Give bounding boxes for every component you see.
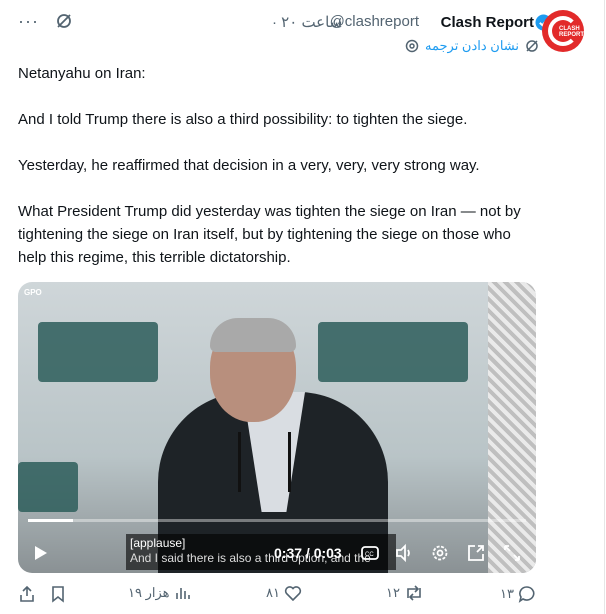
author-handle[interactable]: @clashreport [330, 13, 419, 30]
reply-icon [518, 585, 536, 603]
picture-in-picture-icon[interactable] [466, 543, 486, 563]
gear-icon[interactable] [405, 39, 419, 53]
post-paragraph: And I told Trump there is also a third p… [18, 111, 468, 128]
author-name[interactable]: Clash Report [441, 12, 534, 32]
video-controls: 0:37 / 0:03 CC [18, 533, 536, 573]
reposts-count: ۱۲ [386, 585, 400, 600]
play-icon[interactable] [34, 545, 48, 561]
post-text: Netanyahu on Iran: And I told Trump ther… [18, 62, 538, 292]
settings-gear-icon[interactable] [430, 543, 450, 563]
reply-button[interactable]: ۱۳ [500, 585, 536, 603]
repost-icon [404, 585, 424, 601]
post-paragraph: What President Trump did yesterday was t… [18, 203, 521, 266]
translate-row: نشان دادن ترجمه [405, 38, 539, 54]
share-icon[interactable] [18, 585, 36, 603]
video-progress-bar[interactable] [28, 519, 526, 522]
avatar-logo-text: CLASH REPORT [559, 26, 584, 38]
heart-icon [284, 585, 302, 601]
captions-icon[interactable]: CC [360, 543, 380, 563]
like-button[interactable]: ۸۱ [266, 585, 302, 601]
video-time: 0:37 / 0:03 [274, 545, 342, 561]
post-paragraph: Netanyahu on Iran: [18, 65, 146, 82]
background-banner [38, 322, 158, 382]
volume-icon[interactable] [394, 543, 414, 563]
post-actions: ۱۹ هزار ۸۱ ۱۲ ۱۳ [0, 585, 606, 607]
views-count: ۱۹ هزار [128, 585, 170, 600]
background-banner [18, 462, 78, 512]
gpo-watermark: GPO [24, 288, 42, 297]
views-icon [174, 585, 190, 601]
video-player[interactable]: GPO [applause] And I said there is also … [18, 282, 536, 573]
views-button[interactable]: ۱۹ هزار [128, 585, 190, 601]
stand-structure [488, 282, 536, 573]
bookmark-icon[interactable] [50, 585, 66, 603]
avatar[interactable]: CLASH REPORT [542, 10, 584, 52]
more-options-icon[interactable]: ··· [18, 12, 39, 30]
post-card: ··· · ۲۰ ساعت @clashreport Clash Report … [0, 0, 605, 614]
post-menu-area: ··· [18, 12, 73, 30]
svg-text:CC: CC [365, 552, 374, 558]
post-paragraph: Yesterday, he reaffirmed that decision i… [18, 157, 480, 174]
background-banner [318, 322, 468, 382]
replies-count: ۱۳ [500, 586, 514, 601]
microphone [238, 432, 241, 492]
repost-button[interactable]: ۱۲ [386, 585, 424, 601]
likes-count: ۸۱ [266, 585, 280, 600]
grok-icon[interactable] [55, 12, 73, 30]
speaker-hair [210, 318, 296, 352]
fullscreen-icon[interactable] [502, 543, 522, 563]
translate-link[interactable]: نشان دادن ترجمه [425, 38, 519, 54]
grok-translate-icon[interactable] [525, 39, 539, 53]
microphone [288, 432, 291, 492]
